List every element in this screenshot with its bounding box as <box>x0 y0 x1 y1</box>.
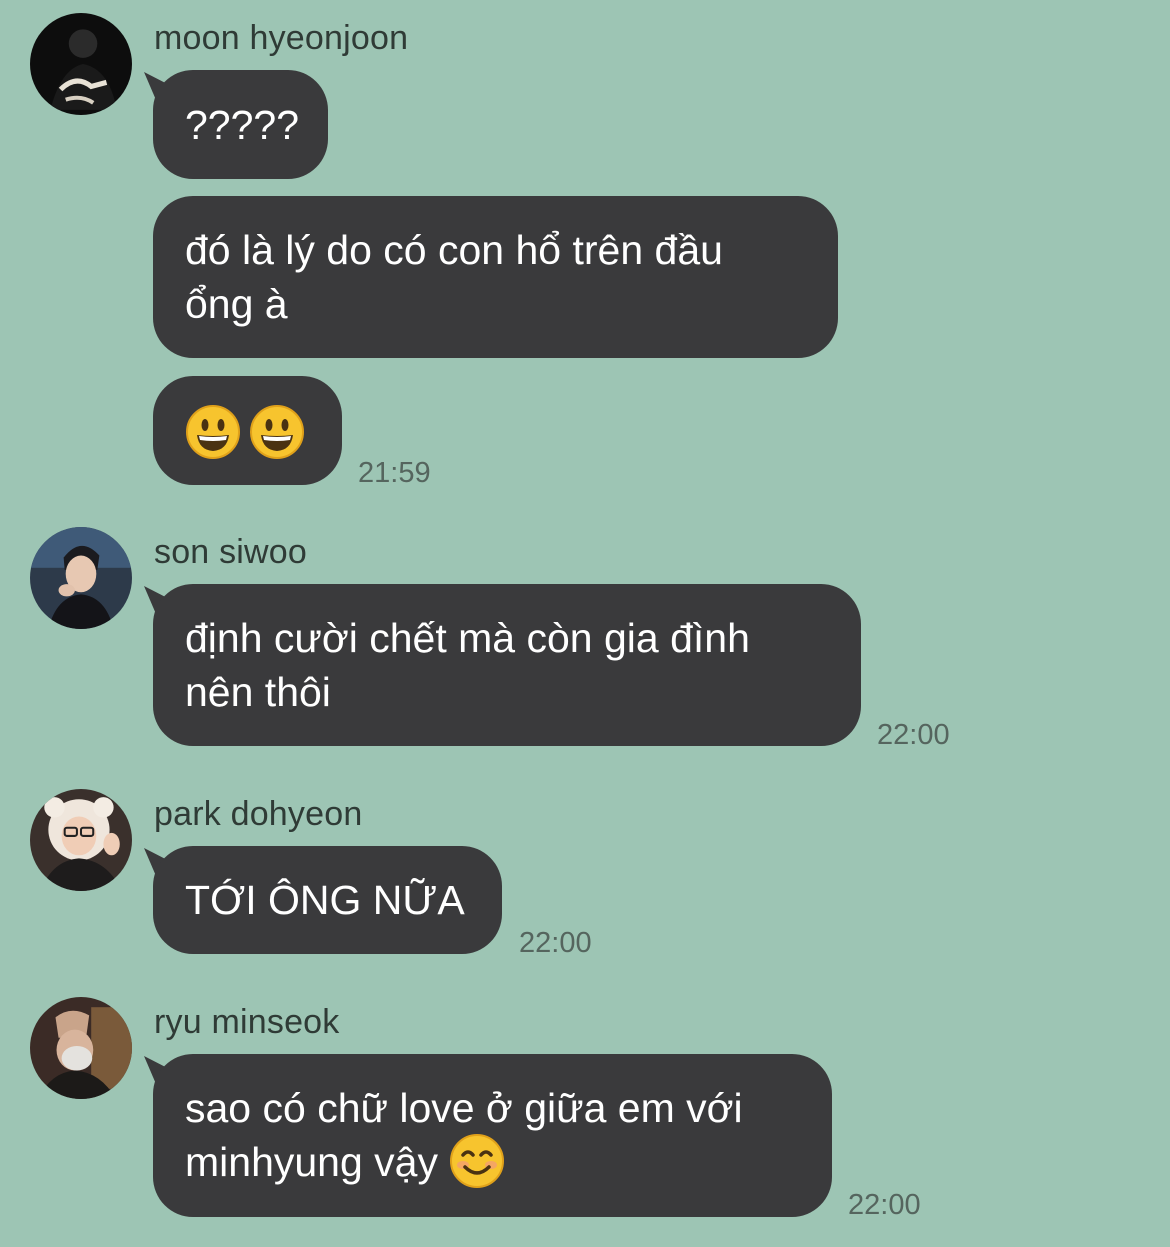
sender-avatar[interactable] <box>30 527 132 629</box>
message-text: TỚI ÔNG NỮA <box>185 877 465 923</box>
smiling-face-icon <box>449 1133 505 1189</box>
sender-avatar[interactable] <box>30 789 132 891</box>
sender-avatar[interactable] <box>30 997 132 1099</box>
message-text-wrapper: sao có chữ love ở giữa em với minhyung v… <box>185 1081 800 1189</box>
message-bubble[interactable]: TỚI ÔNG NỮA <box>153 846 502 954</box>
message-bubble[interactable] <box>153 376 342 485</box>
grinning-face-icon <box>185 404 241 460</box>
avatar-image-icon <box>30 527 132 629</box>
message-bubble[interactable]: ????? <box>153 70 328 179</box>
chat-thread[interactable]: moon hyeonjoon ????? đó là lý do có con … <box>0 0 1170 1247</box>
sender-name: park dohyeon <box>154 795 363 833</box>
message-timestamp: 21:59 <box>358 457 431 489</box>
message-text: đó là lý do có con hổ trên đầu ổng à <box>185 227 723 327</box>
message-bubble[interactable]: sao có chữ love ở giữa em với minhyung v… <box>153 1054 832 1217</box>
message-text: định cười chết mà còn gia đình nên thôi <box>185 615 750 715</box>
message-text: ????? <box>185 102 300 148</box>
avatar-image-icon <box>30 789 132 891</box>
message-timestamp: 22:00 <box>848 1189 921 1221</box>
sender-name: ryu minseok <box>154 1003 340 1041</box>
message-timestamp: 22:00 <box>877 719 950 751</box>
avatar-image-icon <box>30 13 132 115</box>
sender-name: son siwoo <box>154 533 307 571</box>
message-timestamp: 22:00 <box>519 927 592 959</box>
avatar-image-icon <box>30 997 132 1099</box>
message-bubble[interactable]: đó là lý do có con hổ trên đầu ổng à <box>153 196 838 358</box>
sender-avatar[interactable] <box>30 13 132 115</box>
grinning-face-icon <box>249 404 305 460</box>
sender-name: moon hyeonjoon <box>154 19 409 57</box>
message-bubble[interactable]: định cười chết mà còn gia đình nên thôi <box>153 584 861 746</box>
